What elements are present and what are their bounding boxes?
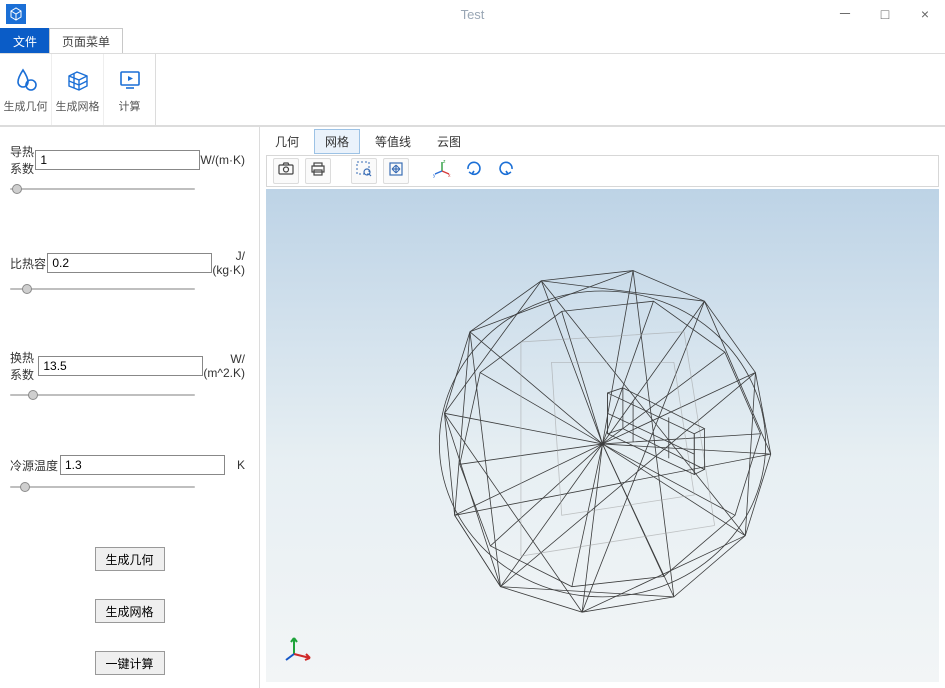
viewport-toolbar: zxy xyxy=(266,155,939,187)
rotate-cw-button[interactable] xyxy=(461,158,487,184)
param-label: 换热系数 xyxy=(10,349,38,383)
print-icon xyxy=(309,160,327,183)
camera-icon xyxy=(277,160,295,183)
window-title: Test xyxy=(461,7,485,22)
compute-icon xyxy=(116,66,144,94)
minimize-button[interactable]: － xyxy=(825,0,865,28)
view-tab-mesh[interactable]: 网格 xyxy=(314,129,360,154)
svg-text:x: x xyxy=(448,173,451,179)
droplet-icon xyxy=(12,66,40,94)
main-area: 导热系数 W/(m·K) 比热容 J/ (kg·K) 换热系数 W/ (m xyxy=(0,126,945,688)
thermal-conductivity-input[interactable] xyxy=(35,150,200,170)
param-unit: W/ (m^2.K) xyxy=(203,352,249,380)
print-button[interactable] xyxy=(305,158,331,184)
cold-source-temp-slider[interactable] xyxy=(10,481,195,493)
ribbon-compute[interactable]: 计算 xyxy=(104,54,156,125)
cube-mesh-icon xyxy=(64,66,92,94)
mesh-wireframe xyxy=(266,189,939,682)
param-unit: W/(m·K) xyxy=(200,153,249,167)
param-label: 冷源温度 xyxy=(10,457,60,474)
specific-heat-input[interactable] xyxy=(47,253,212,273)
param-label: 导热系数 xyxy=(10,143,35,177)
param-heat-transfer-coef: 换热系数 W/ (m^2.K) xyxy=(10,349,249,401)
top-tabs: 文件 页面菜单 xyxy=(0,28,945,54)
param-label: 比热容 xyxy=(10,255,47,272)
ribbon-label: 生成几何 xyxy=(4,98,48,114)
view-area: 几何 网格 等值线 云图 xyxy=(260,127,945,688)
thermal-conductivity-slider[interactable] xyxy=(10,183,195,195)
ribbon-label: 计算 xyxy=(119,98,141,114)
window-controls: － □ × xyxy=(825,0,945,28)
axis-indicator-icon xyxy=(284,632,314,662)
sidebar: 导热系数 W/(m·K) 比热容 J/ (kg·K) 换热系数 W/ (m xyxy=(0,127,260,688)
zoom-extents-button[interactable] xyxy=(383,158,409,184)
ribbon-generate-geometry[interactable]: 生成几何 xyxy=(0,54,52,125)
tab-file[interactable]: 文件 xyxy=(0,28,50,53)
axis-orientation-button[interactable]: zxy xyxy=(429,158,455,184)
ribbon: 生成几何 生成网格 计算 xyxy=(0,54,945,126)
view-tab-geometry[interactable]: 几何 xyxy=(264,129,310,154)
one-click-compute-button[interactable]: 一键计算 xyxy=(95,651,165,675)
zoom-box-icon xyxy=(355,160,373,183)
svg-text:z: z xyxy=(443,159,446,165)
app-icon xyxy=(6,4,26,24)
heat-transfer-coef-input[interactable] xyxy=(38,356,203,376)
zoom-extents-icon xyxy=(387,160,405,183)
view-tab-contour[interactable]: 等值线 xyxy=(364,129,422,154)
axis-xyz-icon: zxy xyxy=(432,159,452,184)
rotate-cw-icon xyxy=(464,159,484,184)
rotate-ccw-icon xyxy=(496,159,516,184)
cold-source-temp-input[interactable] xyxy=(60,455,225,475)
specific-heat-slider[interactable] xyxy=(10,283,195,295)
viewport-canvas[interactable] xyxy=(266,189,939,682)
ribbon-generate-mesh[interactable]: 生成网格 xyxy=(52,54,104,125)
snapshot-button[interactable] xyxy=(273,158,299,184)
ribbon-label: 生成网格 xyxy=(56,98,100,114)
maximize-button[interactable]: □ xyxy=(865,0,905,28)
view-tab-cloud[interactable]: 云图 xyxy=(426,129,472,154)
param-unit: J/ (kg·K) xyxy=(212,249,249,277)
sidebar-buttons: 生成几何 生成网格 一键计算 xyxy=(10,547,249,675)
title-bar: Test － □ × xyxy=(0,0,945,28)
param-specific-heat: 比热容 J/ (kg·K) xyxy=(10,249,249,295)
param-thermal-conductivity: 导热系数 W/(m·K) xyxy=(10,143,249,195)
view-tabs: 几何 网格 等值线 云图 xyxy=(260,127,945,153)
zoom-selection-button[interactable] xyxy=(351,158,377,184)
rotate-ccw-button[interactable] xyxy=(493,158,519,184)
generate-geometry-button[interactable]: 生成几何 xyxy=(95,547,165,571)
param-unit: K xyxy=(225,458,249,472)
heat-transfer-coef-slider[interactable] xyxy=(10,389,195,401)
close-button[interactable]: × xyxy=(905,0,945,28)
param-cold-source-temp: 冷源温度 K xyxy=(10,455,249,493)
tab-page-menu[interactable]: 页面菜单 xyxy=(49,28,123,53)
generate-mesh-button[interactable]: 生成网格 xyxy=(95,599,165,623)
